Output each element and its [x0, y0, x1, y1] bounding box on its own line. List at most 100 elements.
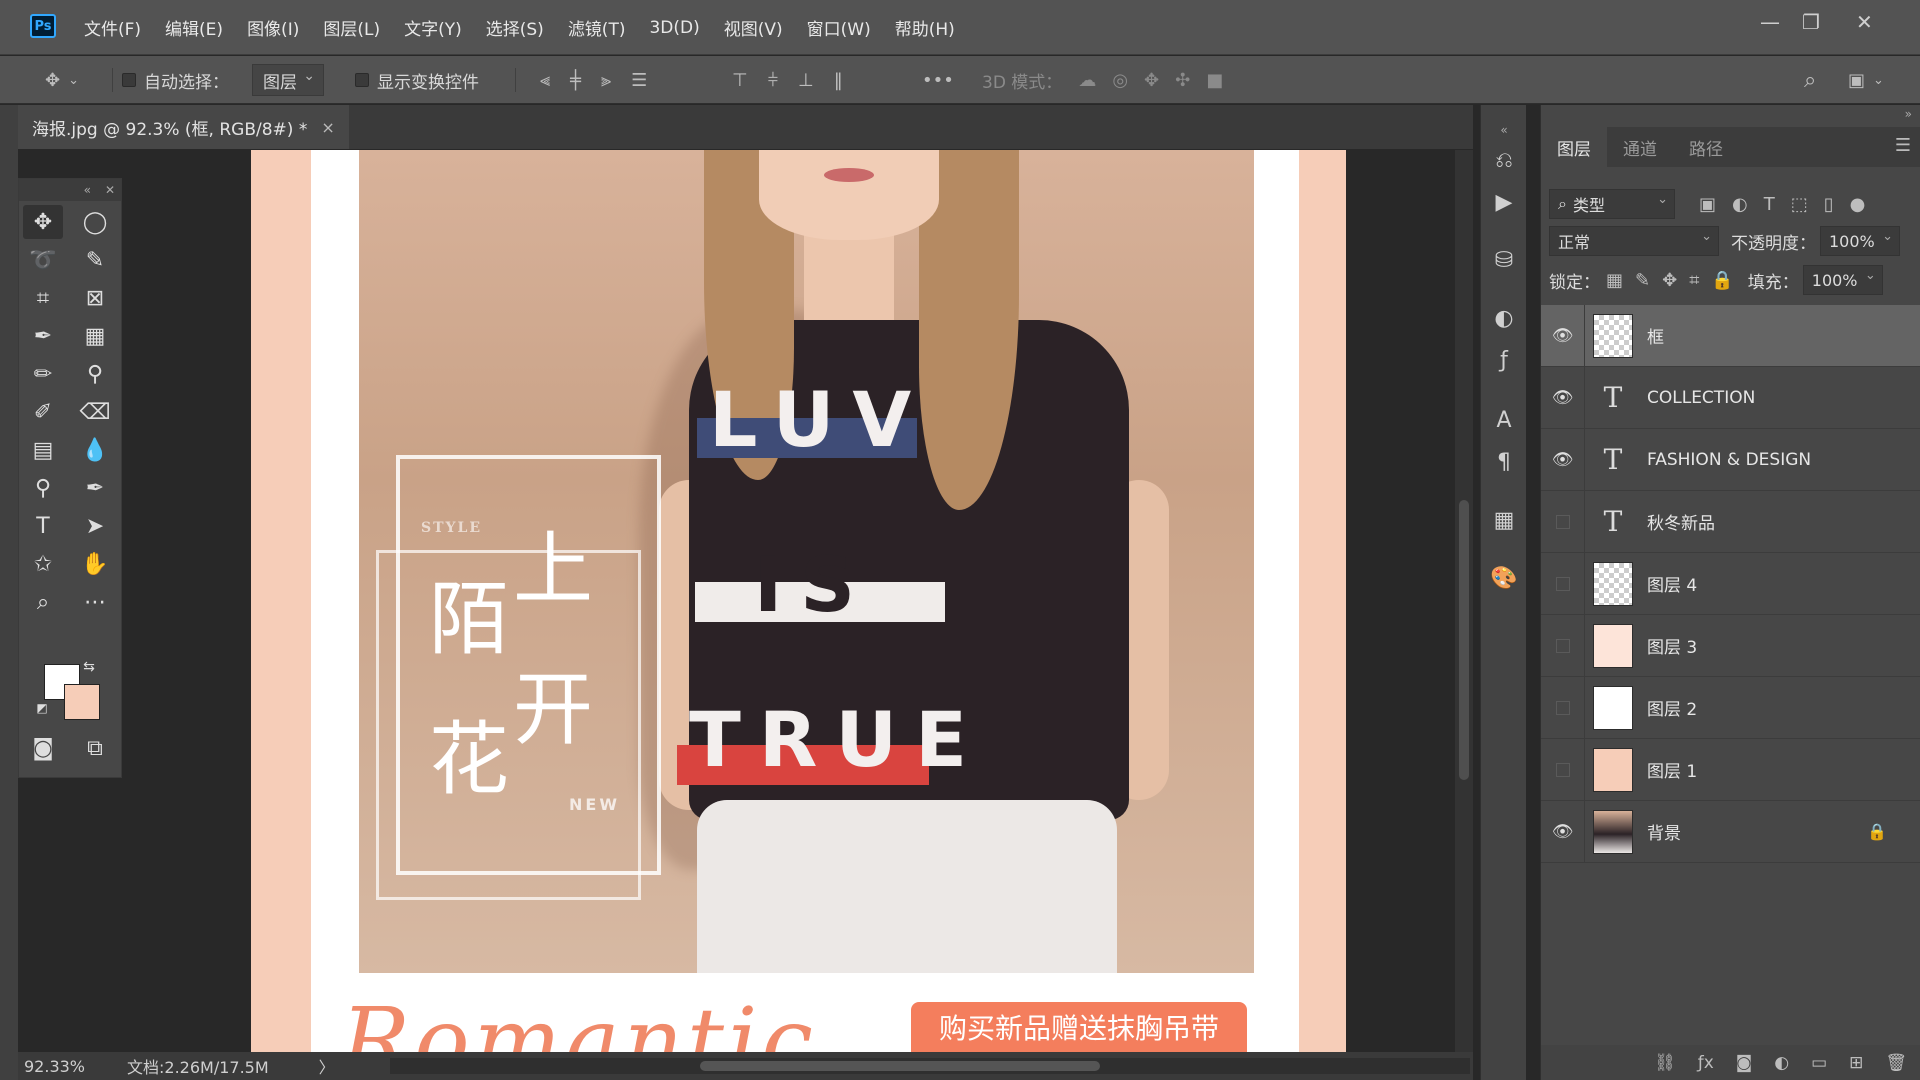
- orbit-3d-icon[interactable]: ☁: [1078, 70, 1096, 91]
- eye-icon[interactable]: 👁: [1541, 304, 1585, 367]
- layer-row[interactable]: 图层 4: [1541, 552, 1920, 615]
- filter-toggle-icon[interactable]: ●: [1850, 194, 1866, 215]
- more-options-button[interactable]: •••: [922, 56, 954, 104]
- auto-select-dropdown[interactable]: 图层: [252, 64, 324, 96]
- opacity-input[interactable]: 100%: [1820, 226, 1900, 256]
- delete-layer-icon[interactable]: 🗑: [1885, 1053, 1907, 1073]
- tab-paths[interactable]: 路径: [1673, 127, 1739, 167]
- visibility-toggle[interactable]: [1541, 676, 1585, 739]
- visibility-toggle[interactable]: [1541, 738, 1585, 801]
- history-brush-icon[interactable]: ✐: [23, 395, 63, 429]
- quick-select-icon[interactable]: ✎: [75, 243, 115, 277]
- auto-select-checkbox[interactable]: 自动选择：: [122, 56, 229, 104]
- blur-icon[interactable]: 💧: [75, 433, 115, 467]
- vertical-scrollbar[interactable]: [1455, 150, 1473, 1052]
- layer-row[interactable]: 👁 T FASHION & DESIGN: [1541, 428, 1920, 491]
- minimize-button[interactable]: —: [1760, 10, 1780, 34]
- show-transform-checkbox[interactable]: 显示变换控件: [355, 56, 479, 104]
- new-adjustment-icon[interactable]: ◐: [1774, 1053, 1789, 1073]
- filter-type-icon[interactable]: T: [1764, 194, 1775, 215]
- horizontal-scroll-thumb[interactable]: [700, 1061, 1100, 1071]
- gradient-icon[interactable]: ▤: [23, 433, 63, 467]
- menu-file[interactable]: 文件(F): [72, 15, 153, 40]
- filter-adjustment-icon[interactable]: ◐: [1732, 194, 1748, 215]
- link-layers-icon[interactable]: ⛓: [1654, 1053, 1676, 1073]
- actions-play-icon[interactable]: ▶: [1489, 187, 1519, 217]
- poster-canvas[interactable]: LUV IS TRUE STYLE 陌 上 花 开 NEW Romantic 购…: [251, 150, 1346, 1052]
- menu-help[interactable]: 帮助(H): [883, 15, 967, 40]
- adjustments-icon[interactable]: ◐: [1489, 303, 1519, 333]
- background-color-swatch[interactable]: [64, 684, 100, 720]
- close-icon[interactable]: ✕: [105, 183, 115, 197]
- default-colors-icon[interactable]: ◩: [35, 701, 49, 715]
- filter-shape-icon[interactable]: ⬚: [1791, 194, 1808, 215]
- lock-paint-icon[interactable]: ✎: [1635, 270, 1650, 291]
- lock-artboard-icon[interactable]: ⌗: [1689, 270, 1699, 291]
- menu-layer[interactable]: 图层(L): [311, 15, 392, 40]
- visibility-toggle[interactable]: [1541, 552, 1585, 615]
- fill-input[interactable]: 100%: [1802, 265, 1883, 295]
- layer-row[interactable]: 👁 框: [1541, 304, 1920, 367]
- eye-icon[interactable]: 👁: [1541, 366, 1585, 429]
- lock-all-icon[interactable]: 🔒: [1711, 270, 1733, 291]
- brush-icon[interactable]: ✏: [23, 357, 63, 391]
- filter-pixel-icon[interactable]: ▣: [1699, 194, 1716, 215]
- lock-icon[interactable]: 🔒: [1867, 822, 1887, 841]
- crop-icon[interactable]: ⌗: [23, 281, 63, 315]
- lasso-icon[interactable]: ➰: [23, 243, 63, 277]
- move-tool-preset[interactable]: ✥ ⌄: [45, 56, 79, 104]
- layer-row[interactable]: 图层 3: [1541, 614, 1920, 677]
- panel-menu-icon[interactable]: ☰: [1895, 135, 1911, 156]
- close-window-button[interactable]: ✕: [1856, 10, 1873, 34]
- zoom-icon[interactable]: ⌕: [23, 585, 63, 619]
- more-tools-icon[interactable]: ⋯: [75, 585, 115, 619]
- align-bottom-icon[interactable]: ⊥: [798, 70, 814, 91]
- path-select-icon[interactable]: ➤: [75, 509, 115, 543]
- pen-icon[interactable]: ✒: [75, 471, 115, 505]
- new-layer-icon[interactable]: ⊞: [1849, 1053, 1863, 1073]
- blend-mode-dropdown[interactable]: 正常: [1549, 226, 1719, 256]
- stamp-icon[interactable]: ⚲: [75, 357, 115, 391]
- layer-row[interactable]: 👁 T COLLECTION: [1541, 366, 1920, 429]
- menu-type[interactable]: 文字(Y): [392, 15, 474, 40]
- hand-icon[interactable]: ✋: [75, 547, 115, 581]
- layer-style-fx-icon[interactable]: ƒx: [1698, 1053, 1714, 1073]
- menu-window[interactable]: 窗口(W): [795, 15, 883, 40]
- add-mask-icon[interactable]: ◙: [1736, 1053, 1753, 1073]
- type-tool-icon[interactable]: T: [23, 509, 63, 543]
- restore-button[interactable]: ❐: [1802, 10, 1820, 34]
- layer-row[interactable]: 图层 1: [1541, 738, 1920, 801]
- paragraph-icon[interactable]: ¶: [1489, 447, 1519, 477]
- close-document-icon[interactable]: ×: [321, 118, 334, 137]
- dodge-icon[interactable]: ⚲: [23, 471, 63, 505]
- layer-row[interactable]: 👁 背景 🔒: [1541, 800, 1920, 863]
- swatches-grid-icon[interactable]: ▦: [1489, 505, 1519, 535]
- scale-3d-icon[interactable]: ■: [1206, 70, 1223, 91]
- eye-icon[interactable]: 👁: [1541, 800, 1585, 863]
- align-top-icon[interactable]: ⊤: [732, 70, 748, 91]
- horizontal-scrollbar[interactable]: [390, 1058, 1470, 1074]
- tab-layers[interactable]: 图层: [1541, 127, 1607, 167]
- custom-shape-icon[interactable]: ✩: [23, 547, 63, 581]
- lock-transparent-icon[interactable]: ▦: [1606, 270, 1623, 291]
- libraries-icon[interactable]: ⛁: [1489, 245, 1519, 275]
- screen-mode-icon[interactable]: ⧉: [75, 731, 115, 765]
- layer-row[interactable]: 图层 2: [1541, 676, 1920, 739]
- zoom-level[interactable]: 92.33%: [24, 1057, 85, 1076]
- frame-tool-icon[interactable]: ⊠: [75, 281, 115, 315]
- canvas-area[interactable]: LUV IS TRUE STYLE 陌 上 花 开 NEW Romantic 购…: [18, 150, 1473, 1052]
- align-left-icon[interactable]: ⫷: [540, 70, 550, 91]
- swap-colors-icon[interactable]: ⇆: [79, 657, 99, 677]
- tab-channels[interactable]: 通道: [1607, 127, 1673, 167]
- workspace-button[interactable]: ▣ ⌄: [1848, 56, 1884, 104]
- search-button[interactable]: ⌕: [1804, 56, 1816, 104]
- filter-smart-object-icon[interactable]: ▯: [1824, 194, 1834, 215]
- menu-3d[interactable]: 3D(D): [637, 18, 711, 38]
- checkbox[interactable]: [122, 73, 136, 87]
- eye-icon[interactable]: 👁: [1541, 428, 1585, 491]
- status-menu-arrow[interactable]: 〉: [319, 1054, 335, 1078]
- document-tab[interactable]: 海报.jpg @ 92.3% (框, RGB/8#) * ×: [18, 105, 349, 149]
- quick-mask-icon[interactable]: ◙: [23, 731, 63, 765]
- visibility-toggle[interactable]: [1541, 614, 1585, 677]
- vertical-scroll-thumb[interactable]: [1459, 500, 1469, 780]
